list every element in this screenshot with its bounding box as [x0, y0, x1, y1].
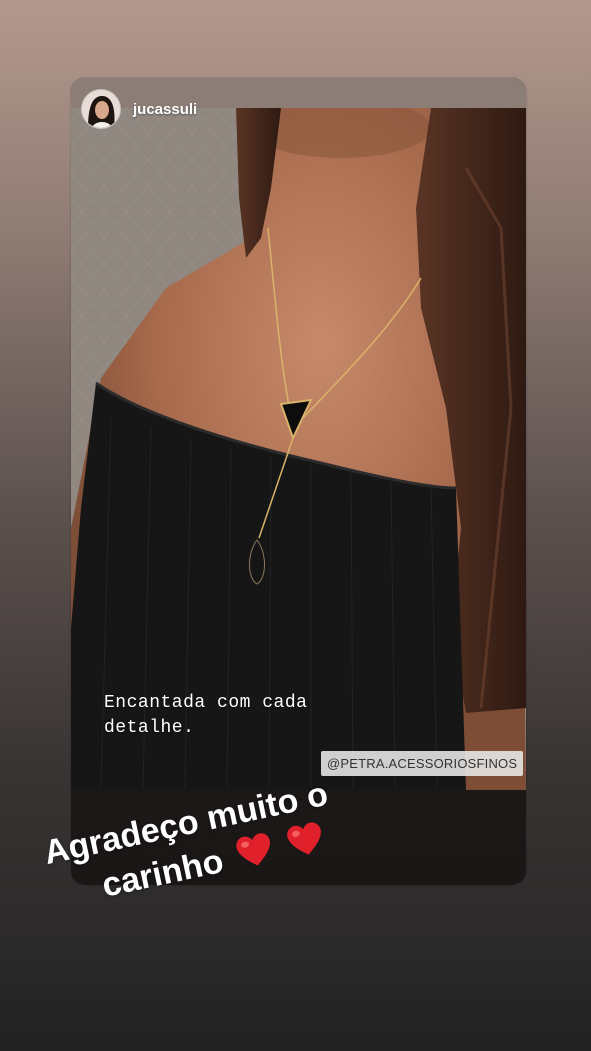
- caption-line-2: detalhe.: [104, 718, 195, 738]
- story-photo: Encantada com cada detalhe. @PETRA.ACESS…: [71, 108, 526, 790]
- heart-icon: [284, 819, 329, 871]
- caption-line-1: Encantada com cada: [104, 693, 308, 713]
- story-username[interactable]: jucassuli: [133, 101, 197, 118]
- avatar[interactable]: [82, 90, 120, 128]
- reposted-story-card[interactable]: Encantada com cada detalhe. @PETRA.ACESS…: [71, 78, 526, 885]
- story-caption: Encantada com cada detalhe.: [104, 691, 434, 741]
- heart-icon: [234, 830, 279, 882]
- mention-sticker[interactable]: @PETRA.ACESSORIOSFINOS: [321, 751, 524, 776]
